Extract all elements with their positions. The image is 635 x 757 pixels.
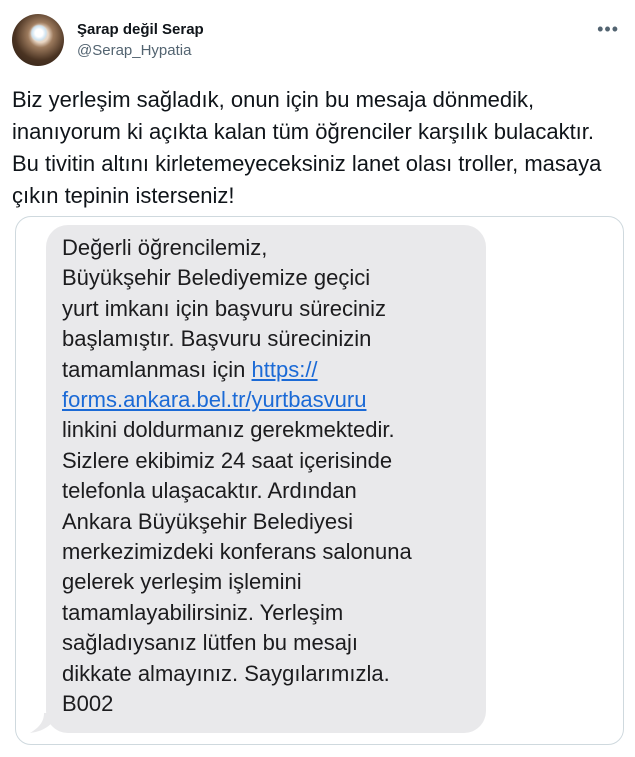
sms-link-line1[interactable]: https:// bbox=[252, 357, 318, 382]
tweet-text: Biz yerleşim sağladık, onun için bu mesa… bbox=[12, 87, 602, 208]
sms-text-after: linkini doldurmanız gerekmektedir. Sizle… bbox=[62, 417, 412, 717]
tweet-header: Şarap değil Serap @Serap_Hypatia ••• bbox=[12, 12, 623, 68]
tweet-media-card[interactable]: Değerli öğrencilemiz, Büyükşehir Belediy… bbox=[15, 216, 624, 745]
author-names: Şarap değil Serap @Serap_Hypatia bbox=[77, 20, 204, 61]
more-horizontal-icon[interactable]: ••• bbox=[597, 20, 619, 38]
avatar[interactable] bbox=[12, 14, 64, 66]
sms-link-line2[interactable]: forms.ankara.bel.tr/yurtbasvuru bbox=[62, 387, 366, 412]
sms-text-before: Değerli öğrencilemiz, Büyükşehir Belediy… bbox=[62, 235, 387, 382]
sms-bubble-tail bbox=[30, 713, 58, 733]
avatar-highlight bbox=[30, 24, 48, 42]
author-handle[interactable]: @Serap_Hypatia bbox=[77, 41, 204, 61]
sms-message-text: Değerli öğrencilemiz, Büyükşehir Belediy… bbox=[62, 233, 482, 720]
author-display-name[interactable]: Şarap değil Serap bbox=[77, 20, 204, 40]
